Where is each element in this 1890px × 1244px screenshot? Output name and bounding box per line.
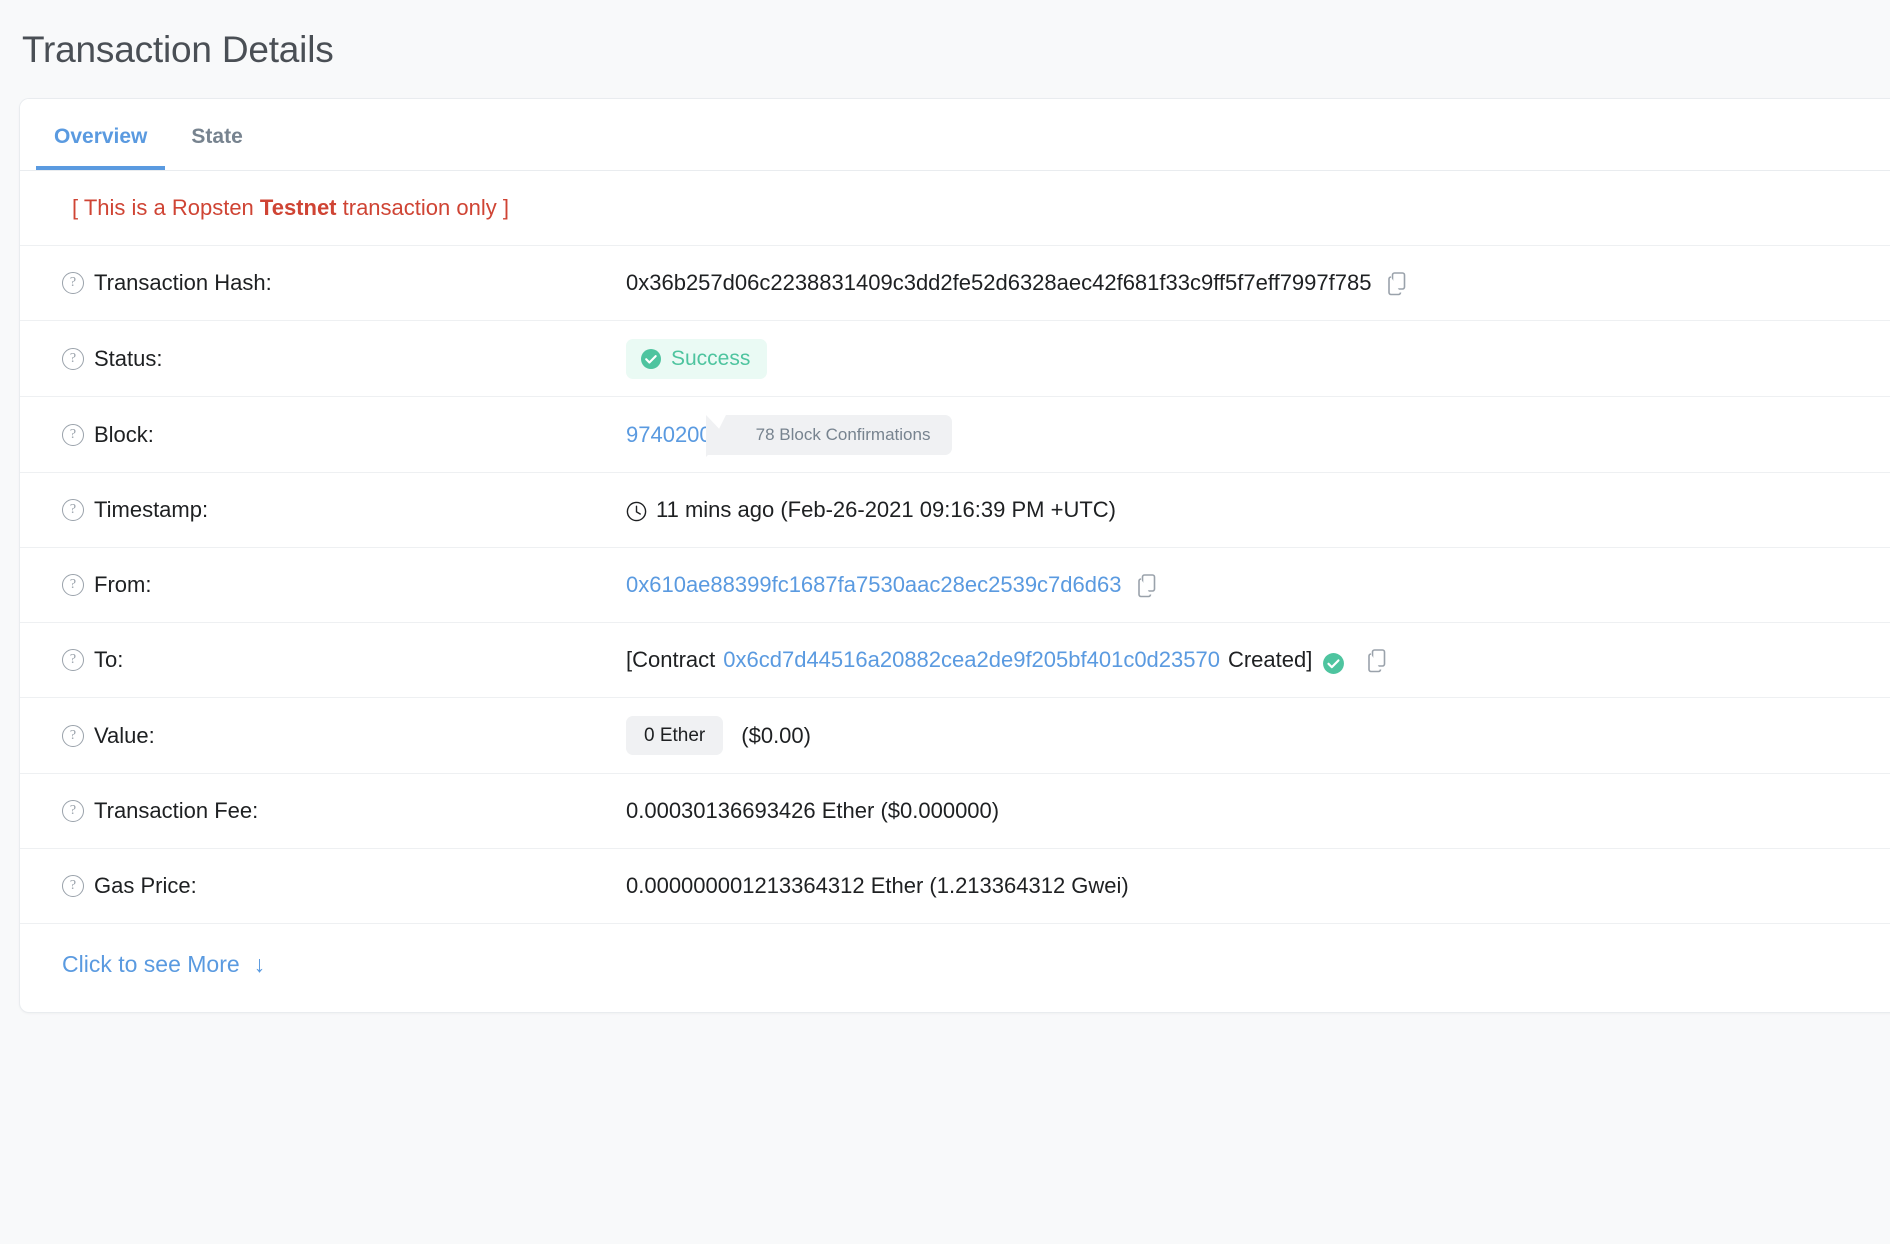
help-icon[interactable]: ?: [62, 347, 84, 370]
label-transaction-fee: ? Transaction Fee:: [62, 798, 626, 824]
row-to: ? To: [Contract 0x6cd7d44516a20882cea2de…: [20, 623, 1890, 699]
row-from: ? From: 0x610ae88399fc1687fa7530aac28ec2…: [20, 548, 1890, 624]
transaction-card: Overview State [ This is a Ropsten Testn…: [19, 98, 1890, 1014]
label-text: Gas Price:: [94, 873, 197, 899]
value-to: [Contract 0x6cd7d44516a20882cea2de9f205b…: [626, 647, 1890, 675]
label-block: ? Block:: [62, 422, 626, 448]
copy-icon[interactable]: [1137, 574, 1159, 598]
row-transaction-fee: ? Transaction Fee: 0.00030136693426 Ethe…: [20, 774, 1890, 850]
copy-icon[interactable]: [1387, 272, 1409, 296]
contract-suffix: Created]: [1227, 647, 1313, 673]
status-badge-label: Success: [671, 347, 751, 371]
help-icon[interactable]: ?: [62, 499, 84, 522]
label-timestamp: ? Timestamp:: [62, 497, 626, 523]
label-text: Transaction Hash:: [94, 270, 272, 296]
contract-address-link[interactable]: 0x6cd7d44516a20882cea2de9f205bf401c0d235…: [723, 647, 1220, 673]
block-wrapper: 9740200 78 Block Confirmations: [626, 414, 953, 456]
help-icon[interactable]: ?: [62, 649, 84, 672]
label-text: Transaction Fee:: [94, 798, 259, 824]
arrow-down-icon: ↓: [253, 951, 266, 978]
check-circle-icon: [640, 348, 662, 370]
label-text: Block:: [94, 421, 154, 447]
help-icon[interactable]: ?: [62, 800, 84, 823]
label-value: ? Value:: [62, 723, 626, 749]
transaction-hash-value: 0x36b257d06c2238831409c3dd2fe52d6328aec4…: [626, 270, 1372, 296]
label-text: Status:: [94, 345, 163, 371]
testnet-notice-prefix: [ This is a Ropsten: [72, 195, 260, 220]
label-from: ? From:: [62, 572, 626, 598]
ether-amount-pill: 0 Ether: [626, 716, 724, 756]
label-status: ? Status:: [62, 346, 626, 372]
row-transaction-hash: ? Transaction Hash: 0x36b257d06c22388314…: [20, 246, 1890, 322]
label-text: Value:: [94, 722, 155, 748]
block-number-link[interactable]: 9740200: [626, 422, 712, 448]
clock-icon: [626, 501, 647, 522]
row-block: ? Block: 9740200 78 Block Confirmations: [20, 397, 1890, 474]
tab-state[interactable]: State: [173, 126, 260, 170]
contract-prefix: [Contract: [626, 647, 716, 673]
transaction-details-page: Transaction Details Overview State [ Thi…: [0, 0, 1890, 1244]
label-text: From:: [94, 572, 152, 598]
value-block: 9740200 78 Block Confirmations: [626, 414, 1890, 456]
tab-bar: Overview State: [20, 99, 1890, 171]
check-circle-icon: [1322, 652, 1345, 675]
label-transaction-hash: ? Transaction Hash:: [62, 270, 626, 296]
value-transaction-fee: 0.00030136693426 Ether ($0.000000): [626, 798, 1000, 824]
help-icon[interactable]: ?: [62, 272, 84, 295]
label-text: Timestamp:: [94, 497, 209, 523]
help-icon[interactable]: ?: [62, 574, 84, 597]
value-timestamp: 11 mins ago (Feb-26-2021 09:16:39 PM +UT…: [626, 497, 1890, 523]
row-value: ? Value: 0 Ether ($0.00): [20, 698, 1890, 775]
see-more-row: Click to see More ↓: [20, 924, 1890, 1012]
usd-amount: ($0.00): [741, 722, 811, 748]
label-gas-price: ? Gas Price:: [62, 873, 626, 899]
value-gas-price: 0.000000001213364312 Ether (1.213364312 …: [626, 873, 1129, 899]
tab-overview[interactable]: Overview: [36, 126, 166, 170]
from-address-link[interactable]: 0x610ae88399fc1687fa7530aac28ec2539c7d6d…: [626, 572, 1121, 598]
help-icon[interactable]: ?: [62, 724, 84, 747]
page-title: Transaction Details: [22, 29, 334, 70]
label-to: ? To:: [62, 647, 626, 673]
copy-icon[interactable]: [1367, 649, 1389, 673]
label-text: To:: [94, 647, 124, 673]
status-badge: Success: [626, 338, 768, 379]
help-icon[interactable]: ?: [62, 875, 84, 898]
row-status: ? Status: Success: [20, 321, 1890, 398]
value-from: 0x610ae88399fc1687fa7530aac28ec2539c7d6d…: [626, 572, 1890, 598]
testnet-notice-emphasis: Testnet: [259, 195, 337, 220]
value-amount: 0 Ether ($0.00): [626, 716, 1890, 756]
block-confirmations-badge: 78 Block Confirmations: [705, 414, 953, 456]
row-gas-price: ? Gas Price: 0.000000001213364312 Ether …: [20, 849, 1890, 925]
value-transaction-hash: 0x36b257d06c2238831409c3dd2fe52d6328aec4…: [626, 270, 1890, 296]
value-status: Success: [626, 338, 1890, 379]
click-to-see-more-link[interactable]: Click to see More ↓: [62, 951, 265, 978]
testnet-notice: [ This is a Ropsten Testnet transaction …: [72, 195, 509, 220]
timestamp-value: 11 mins ago (Feb-26-2021 09:16:39 PM +UT…: [656, 497, 1116, 523]
testnet-notice-suffix: transaction only ]: [336, 195, 509, 220]
testnet-notice-row: [ This is a Ropsten Testnet transaction …: [20, 171, 1890, 247]
see-more-label: Click to see More: [62, 951, 240, 978]
help-icon[interactable]: ?: [62, 423, 84, 446]
row-timestamp: ? Timestamp: 11 mins ago (Feb-26-2021 09…: [20, 473, 1890, 549]
